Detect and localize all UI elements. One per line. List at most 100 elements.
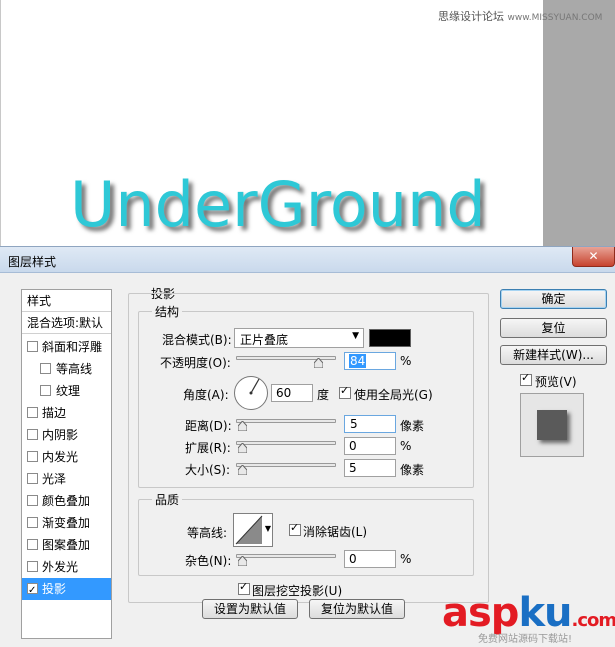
size-unit: 像素 <box>400 463 425 477</box>
watermark-top: 思缘设计论坛 www.MISSYUAN.COM <box>438 8 602 24</box>
quality-group-label: 品质 <box>152 491 183 508</box>
opacity-value: 84 <box>349 354 367 368</box>
distance-label: 距离(D): <box>185 419 232 433</box>
style-list-checkbox[interactable] <box>27 429 38 440</box>
size-input[interactable]: 5 <box>344 459 396 477</box>
shadow-color-swatch[interactable] <box>369 329 411 347</box>
distance-slider-track[interactable] <box>236 419 336 423</box>
chevron-down-icon: ▼ <box>352 331 359 341</box>
watermark-top-site: www.MISSYUAN.COM <box>507 13 603 23</box>
style-list-item-label: 内发光 <box>42 450 79 464</box>
style-list-checkbox[interactable] <box>40 363 51 374</box>
blend-mode-select[interactable]: 正片叠底 ▼ <box>234 328 364 348</box>
style-list-checkbox[interactable] <box>27 539 38 550</box>
canvas-headline-text: UnderGround <box>70 168 486 241</box>
contour-picker[interactable]: ▼ <box>233 513 273 547</box>
blend-mode-value: 正片叠底 <box>240 333 289 347</box>
asp-watermark-sub: 免费网站源码下载站! <box>478 634 573 645</box>
angle-input[interactable]: 60 <box>271 384 313 402</box>
knockout-label: 图层挖空投影(U) <box>252 584 343 598</box>
noise-value: 0 <box>349 552 357 566</box>
noise-input[interactable]: 0 <box>344 550 396 568</box>
size-label: 大小(S): <box>185 463 231 477</box>
style-list-item-label: 描边 <box>42 406 67 420</box>
opacity-label: 不透明度(O): <box>160 356 231 370</box>
style-list-checkbox[interactable] <box>27 561 38 572</box>
style-list-item[interactable]: 渐变叠加 <box>22 512 111 534</box>
preview-label: 预览(V) <box>535 375 577 389</box>
spread-value: 0 <box>349 439 357 453</box>
style-list-item[interactable]: 内发光 <box>22 446 111 468</box>
style-list-item[interactable]: 图案叠加 <box>22 534 111 556</box>
noise-percent: % <box>400 552 412 566</box>
angle-dial[interactable] <box>233 375 269 411</box>
spread-slider-track[interactable] <box>236 441 336 445</box>
make-default-button[interactable]: 设置为默认值 <box>202 599 298 619</box>
style-list-checkbox[interactable] <box>27 341 38 352</box>
style-list-blend-options[interactable]: 混合选项:默认 <box>22 312 111 334</box>
style-list-item[interactable]: 内阴影 <box>22 424 111 446</box>
style-list-checkbox[interactable] <box>27 473 38 484</box>
style-list-item-label: 颜色叠加 <box>42 494 91 508</box>
angle-unit: 度 <box>317 388 330 402</box>
style-list-header: 样式 <box>22 290 111 312</box>
opacity-input[interactable]: 84 <box>344 352 396 370</box>
size-slider-track[interactable] <box>236 463 336 467</box>
canvas-border <box>0 0 1 250</box>
style-list-item-label: 内阴影 <box>42 428 79 442</box>
preview-checkbox[interactable] <box>520 371 532 386</box>
global-light-label: 使用全局光(G) <box>354 388 433 402</box>
noise-label: 杂色(N): <box>185 554 232 568</box>
spread-slider-thumb[interactable] <box>238 443 247 453</box>
reset-button[interactable]: 复位 <box>500 318 607 338</box>
style-list-item-label: 斜面和浮雕 <box>42 340 103 354</box>
dialog-titlebar[interactable]: 图层样式 ✕ <box>0 247 615 273</box>
contour-label: 等高线: <box>187 526 228 540</box>
size-slider-thumb[interactable] <box>238 465 247 475</box>
style-list-item-label: 投影 <box>42 582 67 596</box>
ok-button[interactable]: 确定 <box>500 289 607 309</box>
style-list-checkbox[interactable] <box>27 407 38 418</box>
distance-input[interactable]: 5 <box>344 415 396 433</box>
style-list-item-label: 等高线 <box>56 362 93 376</box>
style-list-item[interactable]: 描边 <box>22 402 111 424</box>
distance-slider-thumb[interactable] <box>238 421 247 431</box>
style-list-item[interactable]: 等高线 <box>22 358 111 380</box>
style-list-item-label: 外发光 <box>42 560 79 574</box>
style-list-checkbox[interactable] <box>27 495 38 506</box>
noise-slider-thumb[interactable] <box>238 556 247 566</box>
global-light-checkbox[interactable] <box>339 384 351 399</box>
style-list-checkbox[interactable] <box>27 517 38 528</box>
style-list-item-label: 光泽 <box>42 472 67 486</box>
document-canvas: 思缘设计论坛 www.MISSYUAN.COM UnderGround <box>0 0 615 250</box>
style-list-item-label: 纹理 <box>56 384 81 398</box>
style-list-item[interactable]: 外发光 <box>22 556 111 578</box>
size-value: 5 <box>349 461 357 475</box>
style-list-item[interactable]: 纹理 <box>22 380 111 402</box>
new-style-button[interactable]: 新建样式(W)... <box>500 345 607 365</box>
noise-slider-track[interactable] <box>236 554 336 558</box>
blend-mode-label: 混合模式(B): <box>162 333 232 347</box>
close-button[interactable]: ✕ <box>572 247 615 267</box>
structure-group-label: 结构 <box>152 303 183 320</box>
asp-watermark-domain: .com <box>571 610 615 631</box>
style-list-item[interactable]: 颜色叠加 <box>22 490 111 512</box>
style-list-checkbox[interactable] <box>27 580 38 602</box>
distance-unit: 像素 <box>400 419 425 433</box>
antialias-checkbox[interactable] <box>289 521 301 536</box>
antialias-label: 消除锯齿(L) <box>303 525 368 539</box>
style-list-checkbox[interactable] <box>40 385 51 396</box>
style-list-item[interactable]: 光泽 <box>22 468 111 490</box>
spread-input[interactable]: 0 <box>344 437 396 455</box>
canvas-pasteboard <box>543 0 615 250</box>
watermark-top-text: 思缘设计论坛 <box>438 10 504 23</box>
style-list-item-label: 渐变叠加 <box>42 516 91 530</box>
knockout-checkbox[interactable] <box>238 580 250 595</box>
chevron-down-icon[interactable]: ▼ <box>265 524 271 533</box>
style-list-item[interactable]: 斜面和浮雕 <box>22 336 111 358</box>
opacity-slider-thumb[interactable] <box>314 358 323 368</box>
style-list: 样式 混合选项:默认斜面和浮雕等高线纹理描边内阴影内发光光泽颜色叠加渐变叠加图案叠… <box>21 289 112 639</box>
style-list-item[interactable]: 投影 <box>22 578 111 602</box>
reset-default-button[interactable]: 复位为默认值 <box>309 599 405 619</box>
style-list-checkbox[interactable] <box>27 451 38 462</box>
